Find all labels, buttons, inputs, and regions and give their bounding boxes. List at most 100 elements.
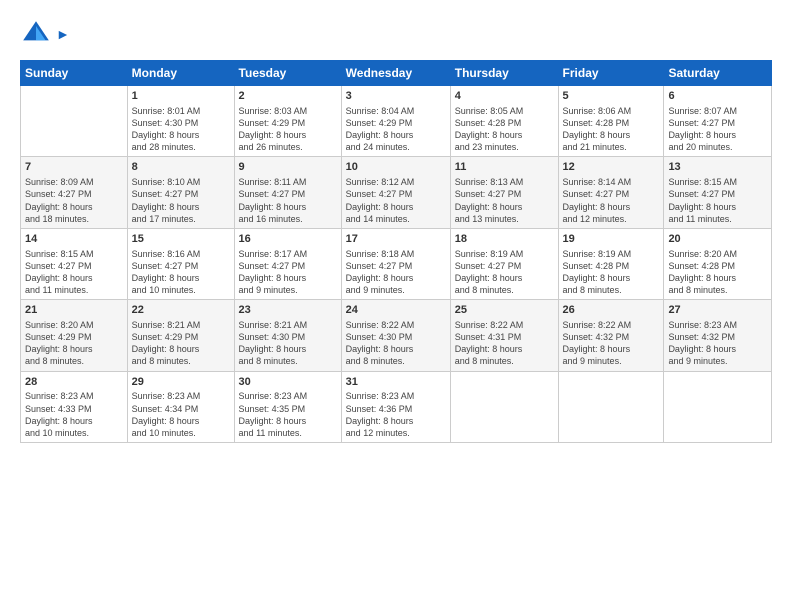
calendar-week-row: 14Sunrise: 8:15 AM Sunset: 4:27 PM Dayli… xyxy=(21,228,772,299)
day-number: 6 xyxy=(668,89,767,104)
day-details: Sunrise: 8:12 AM Sunset: 4:27 PM Dayligh… xyxy=(346,176,446,225)
day-number: 28 xyxy=(25,375,123,390)
day-number: 19 xyxy=(563,232,660,247)
day-details: Sunrise: 8:11 AM Sunset: 4:27 PM Dayligh… xyxy=(239,176,337,225)
day-number: 3 xyxy=(346,89,446,104)
calendar-cell: 7Sunrise: 8:09 AM Sunset: 4:27 PM Daylig… xyxy=(21,157,128,228)
weekday-header: Sunday xyxy=(21,61,128,86)
day-number: 7 xyxy=(25,160,123,175)
day-number: 14 xyxy=(25,232,123,247)
day-number: 20 xyxy=(668,232,767,247)
calendar-cell: 16Sunrise: 8:17 AM Sunset: 4:27 PM Dayli… xyxy=(234,228,341,299)
calendar-cell: 26Sunrise: 8:22 AM Sunset: 4:32 PM Dayli… xyxy=(558,300,664,371)
calendar-cell xyxy=(664,371,772,442)
calendar-cell: 1Sunrise: 8:01 AM Sunset: 4:30 PM Daylig… xyxy=(127,86,234,157)
day-details: Sunrise: 8:21 AM Sunset: 4:29 PM Dayligh… xyxy=(132,319,230,368)
day-details: Sunrise: 8:19 AM Sunset: 4:27 PM Dayligh… xyxy=(455,248,554,297)
day-details: Sunrise: 8:01 AM Sunset: 4:30 PM Dayligh… xyxy=(132,105,230,154)
logo-text: ► xyxy=(56,26,70,43)
day-details: Sunrise: 8:20 AM Sunset: 4:28 PM Dayligh… xyxy=(668,248,767,297)
weekday-header: Friday xyxy=(558,61,664,86)
day-number: 2 xyxy=(239,89,337,104)
day-details: Sunrise: 8:23 AM Sunset: 4:33 PM Dayligh… xyxy=(25,390,123,439)
day-details: Sunrise: 8:13 AM Sunset: 4:27 PM Dayligh… xyxy=(455,176,554,225)
calendar-cell: 8Sunrise: 8:10 AM Sunset: 4:27 PM Daylig… xyxy=(127,157,234,228)
day-details: Sunrise: 8:21 AM Sunset: 4:30 PM Dayligh… xyxy=(239,319,337,368)
calendar-cell: 30Sunrise: 8:23 AM Sunset: 4:35 PM Dayli… xyxy=(234,371,341,442)
calendar-cell xyxy=(450,371,558,442)
calendar-cell: 9Sunrise: 8:11 AM Sunset: 4:27 PM Daylig… xyxy=(234,157,341,228)
day-details: Sunrise: 8:07 AM Sunset: 4:27 PM Dayligh… xyxy=(668,105,767,154)
day-details: Sunrise: 8:23 AM Sunset: 4:34 PM Dayligh… xyxy=(132,390,230,439)
day-details: Sunrise: 8:15 AM Sunset: 4:27 PM Dayligh… xyxy=(668,176,767,225)
day-number: 17 xyxy=(346,232,446,247)
calendar-cell: 3Sunrise: 8:04 AM Sunset: 4:29 PM Daylig… xyxy=(341,86,450,157)
day-details: Sunrise: 8:22 AM Sunset: 4:32 PM Dayligh… xyxy=(563,319,660,368)
day-number: 23 xyxy=(239,303,337,318)
day-number: 21 xyxy=(25,303,123,318)
day-number: 13 xyxy=(668,160,767,175)
day-number: 18 xyxy=(455,232,554,247)
calendar-cell: 13Sunrise: 8:15 AM Sunset: 4:27 PM Dayli… xyxy=(664,157,772,228)
day-details: Sunrise: 8:16 AM Sunset: 4:27 PM Dayligh… xyxy=(132,248,230,297)
calendar-cell: 22Sunrise: 8:21 AM Sunset: 4:29 PM Dayli… xyxy=(127,300,234,371)
weekday-header: Thursday xyxy=(450,61,558,86)
calendar-cell xyxy=(558,371,664,442)
calendar-cell: 21Sunrise: 8:20 AM Sunset: 4:29 PM Dayli… xyxy=(21,300,128,371)
day-number: 5 xyxy=(563,89,660,104)
day-details: Sunrise: 8:04 AM Sunset: 4:29 PM Dayligh… xyxy=(346,105,446,154)
logo: ► xyxy=(20,18,70,50)
calendar-cell: 27Sunrise: 8:23 AM Sunset: 4:32 PM Dayli… xyxy=(664,300,772,371)
day-details: Sunrise: 8:23 AM Sunset: 4:35 PM Dayligh… xyxy=(239,390,337,439)
day-details: Sunrise: 8:23 AM Sunset: 4:36 PM Dayligh… xyxy=(346,390,446,439)
day-details: Sunrise: 8:19 AM Sunset: 4:28 PM Dayligh… xyxy=(563,248,660,297)
day-number: 26 xyxy=(563,303,660,318)
calendar-cell: 11Sunrise: 8:13 AM Sunset: 4:27 PM Dayli… xyxy=(450,157,558,228)
logo-icon xyxy=(20,18,52,50)
header: ► xyxy=(20,18,772,50)
day-number: 25 xyxy=(455,303,554,318)
day-details: Sunrise: 8:17 AM Sunset: 4:27 PM Dayligh… xyxy=(239,248,337,297)
day-details: Sunrise: 8:03 AM Sunset: 4:29 PM Dayligh… xyxy=(239,105,337,154)
calendar-week-row: 1Sunrise: 8:01 AM Sunset: 4:30 PM Daylig… xyxy=(21,86,772,157)
calendar-cell: 5Sunrise: 8:06 AM Sunset: 4:28 PM Daylig… xyxy=(558,86,664,157)
calendar-cell: 4Sunrise: 8:05 AM Sunset: 4:28 PM Daylig… xyxy=(450,86,558,157)
calendar-cell: 2Sunrise: 8:03 AM Sunset: 4:29 PM Daylig… xyxy=(234,86,341,157)
calendar-header-row: SundayMondayTuesdayWednesdayThursdayFrid… xyxy=(21,61,772,86)
day-number: 16 xyxy=(239,232,337,247)
day-number: 30 xyxy=(239,375,337,390)
calendar-cell: 28Sunrise: 8:23 AM Sunset: 4:33 PM Dayli… xyxy=(21,371,128,442)
day-number: 12 xyxy=(563,160,660,175)
calendar-cell: 10Sunrise: 8:12 AM Sunset: 4:27 PM Dayli… xyxy=(341,157,450,228)
weekday-header: Saturday xyxy=(664,61,772,86)
day-details: Sunrise: 8:22 AM Sunset: 4:30 PM Dayligh… xyxy=(346,319,446,368)
calendar-cell: 25Sunrise: 8:22 AM Sunset: 4:31 PM Dayli… xyxy=(450,300,558,371)
calendar-cell: 6Sunrise: 8:07 AM Sunset: 4:27 PM Daylig… xyxy=(664,86,772,157)
weekday-header: Monday xyxy=(127,61,234,86)
calendar-cell: 14Sunrise: 8:15 AM Sunset: 4:27 PM Dayli… xyxy=(21,228,128,299)
page: ► SundayMondayTuesdayWednesdayThursdayFr… xyxy=(0,0,792,612)
day-details: Sunrise: 8:15 AM Sunset: 4:27 PM Dayligh… xyxy=(25,248,123,297)
day-number: 1 xyxy=(132,89,230,104)
calendar-cell: 18Sunrise: 8:19 AM Sunset: 4:27 PM Dayli… xyxy=(450,228,558,299)
weekday-header: Wednesday xyxy=(341,61,450,86)
day-details: Sunrise: 8:05 AM Sunset: 4:28 PM Dayligh… xyxy=(455,105,554,154)
calendar-cell xyxy=(21,86,128,157)
day-number: 10 xyxy=(346,160,446,175)
weekday-header: Tuesday xyxy=(234,61,341,86)
day-number: 27 xyxy=(668,303,767,318)
calendar-week-row: 28Sunrise: 8:23 AM Sunset: 4:33 PM Dayli… xyxy=(21,371,772,442)
day-details: Sunrise: 8:23 AM Sunset: 4:32 PM Dayligh… xyxy=(668,319,767,368)
calendar-cell: 24Sunrise: 8:22 AM Sunset: 4:30 PM Dayli… xyxy=(341,300,450,371)
day-details: Sunrise: 8:10 AM Sunset: 4:27 PM Dayligh… xyxy=(132,176,230,225)
day-details: Sunrise: 8:06 AM Sunset: 4:28 PM Dayligh… xyxy=(563,105,660,154)
calendar-cell: 12Sunrise: 8:14 AM Sunset: 4:27 PM Dayli… xyxy=(558,157,664,228)
day-number: 9 xyxy=(239,160,337,175)
calendar-cell: 29Sunrise: 8:23 AM Sunset: 4:34 PM Dayli… xyxy=(127,371,234,442)
day-details: Sunrise: 8:14 AM Sunset: 4:27 PM Dayligh… xyxy=(563,176,660,225)
calendar-table: SundayMondayTuesdayWednesdayThursdayFrid… xyxy=(20,60,772,443)
day-details: Sunrise: 8:22 AM Sunset: 4:31 PM Dayligh… xyxy=(455,319,554,368)
day-details: Sunrise: 8:18 AM Sunset: 4:27 PM Dayligh… xyxy=(346,248,446,297)
day-number: 22 xyxy=(132,303,230,318)
calendar-cell: 20Sunrise: 8:20 AM Sunset: 4:28 PM Dayli… xyxy=(664,228,772,299)
